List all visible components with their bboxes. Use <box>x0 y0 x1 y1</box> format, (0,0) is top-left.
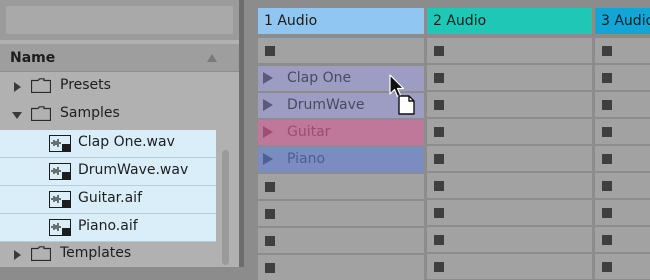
clip-name: DrumWave <box>287 97 365 113</box>
browser-item-label: Piano.aif <box>78 218 138 234</box>
clip-launch-icon[interactable] <box>263 153 273 165</box>
clip-slot[interactable] <box>427 200 592 225</box>
browser-folder-templates[interactable]: Templates <box>0 241 216 268</box>
panel-divider[interactable] <box>239 0 244 267</box>
browser-file-piano[interactable]: Piano.aif <box>0 214 216 242</box>
clip-stop-button[interactable] <box>265 236 275 246</box>
audio-file-icon <box>49 163 71 180</box>
clip-slot[interactable] <box>427 146 592 171</box>
collapse-arrow-icon[interactable] <box>12 112 22 119</box>
clip-stop-button[interactable] <box>602 127 612 137</box>
clip-stop-button[interactable] <box>602 262 612 272</box>
clip-slot[interactable] <box>427 92 592 117</box>
track-header-2[interactable]: 2 Audio <box>427 8 592 34</box>
clip-slot[interactable] <box>258 228 424 253</box>
audio-file-icon <box>49 135 71 152</box>
clip-stop-button[interactable] <box>434 73 444 83</box>
clip-stop-button[interactable] <box>602 100 612 110</box>
clip-name: Piano <box>287 151 326 167</box>
clip-stop-button[interactable] <box>434 262 444 272</box>
browser-folder-samples[interactable]: Samples <box>0 101 216 128</box>
clip-slot[interactable] <box>258 201 424 226</box>
clip-stop-button[interactable] <box>434 46 444 56</box>
folder-icon <box>31 246 51 261</box>
clip-slot[interactable] <box>258 38 424 63</box>
clip-slot[interactable] <box>258 255 424 280</box>
clip-stop-button[interactable] <box>602 154 612 164</box>
audio-file-icon <box>49 191 71 208</box>
drag-file-icon <box>398 95 415 115</box>
browser-item-label: DrumWave.wav <box>78 162 189 178</box>
clip-stop-button[interactable] <box>434 208 444 218</box>
clip-slot[interactable] <box>258 174 424 199</box>
browser-item-label: Samples <box>60 105 120 121</box>
expand-arrow-icon[interactable] <box>14 250 21 260</box>
clip-stop-button[interactable] <box>265 46 275 56</box>
clip-stop-button[interactable] <box>434 127 444 137</box>
sort-ascending-icon[interactable] <box>207 54 217 62</box>
clip-stop-button[interactable] <box>602 181 612 191</box>
browser-search-area <box>0 0 239 40</box>
browser-file-drumwave[interactable]: DrumWave.wav <box>0 158 216 186</box>
browser-folder-presets[interactable]: Presets <box>0 73 216 100</box>
clip-stop-button[interactable] <box>602 235 612 245</box>
track-header-1[interactable]: 1 Audio <box>258 8 424 34</box>
track-header-3[interactable]: 3 Audio <box>595 8 650 34</box>
clip-name: Guitar <box>287 124 331 140</box>
clip-slot[interactable] <box>427 227 592 252</box>
folder-icon <box>31 106 51 121</box>
clip-slot[interactable] <box>427 173 592 198</box>
clip-launch-icon[interactable] <box>263 72 273 84</box>
clip-stop-button[interactable] <box>602 73 612 83</box>
clip-stop-button[interactable] <box>434 181 444 191</box>
clip-slot[interactable] <box>595 92 650 117</box>
clip-piano[interactable]: Piano <box>258 147 424 172</box>
browser-search-box[interactable] <box>6 6 233 34</box>
clip-guitar[interactable]: Guitar <box>258 120 424 145</box>
clip-stop-button[interactable] <box>602 208 612 218</box>
clip-slot[interactable] <box>595 65 650 90</box>
clip-slot[interactable] <box>595 119 650 144</box>
clip-slot[interactable] <box>595 227 650 252</box>
folder-icon <box>31 78 51 93</box>
audio-file-icon <box>49 219 71 236</box>
clip-stop-button[interactable] <box>602 46 612 56</box>
expand-arrow-icon[interactable] <box>14 82 21 92</box>
browser-file-clap-one[interactable]: Clap One.wav <box>0 130 216 158</box>
clip-stop-button[interactable] <box>434 154 444 164</box>
clip-slot[interactable] <box>595 200 650 225</box>
name-column-label: Name <box>10 50 56 66</box>
clip-name: Clap One <box>287 70 352 86</box>
browser-item-label: Presets <box>60 77 111 93</box>
clip-stop-button[interactable] <box>434 100 444 110</box>
browser-item-label: Templates <box>60 245 132 261</box>
clip-slot[interactable] <box>595 146 650 171</box>
browser-panel: Name Presets Samples Clap One.wav DrumWa… <box>0 0 239 267</box>
clip-slot[interactable] <box>595 38 650 63</box>
browser-scrollbar[interactable] <box>222 150 229 265</box>
clip-stop-button[interactable] <box>265 182 275 192</box>
clip-slot[interactable] <box>427 38 592 63</box>
clip-stop-button[interactable] <box>265 263 275 273</box>
browser-item-label: Clap One.wav <box>78 134 175 150</box>
clip-stop-button[interactable] <box>434 235 444 245</box>
arrow-cursor-icon <box>389 74 415 115</box>
browser-file-guitar[interactable]: Guitar.aif <box>0 186 216 214</box>
clip-slot[interactable] <box>427 65 592 90</box>
clip-launch-icon[interactable] <box>263 126 273 138</box>
clip-slot[interactable] <box>595 173 650 198</box>
browser-column-header[interactable]: Name <box>0 44 239 72</box>
browser-item-label: Guitar.aif <box>78 190 142 206</box>
clip-launch-icon[interactable] <box>263 99 273 111</box>
clip-slot[interactable] <box>427 119 592 144</box>
clip-stop-button[interactable] <box>265 209 275 219</box>
